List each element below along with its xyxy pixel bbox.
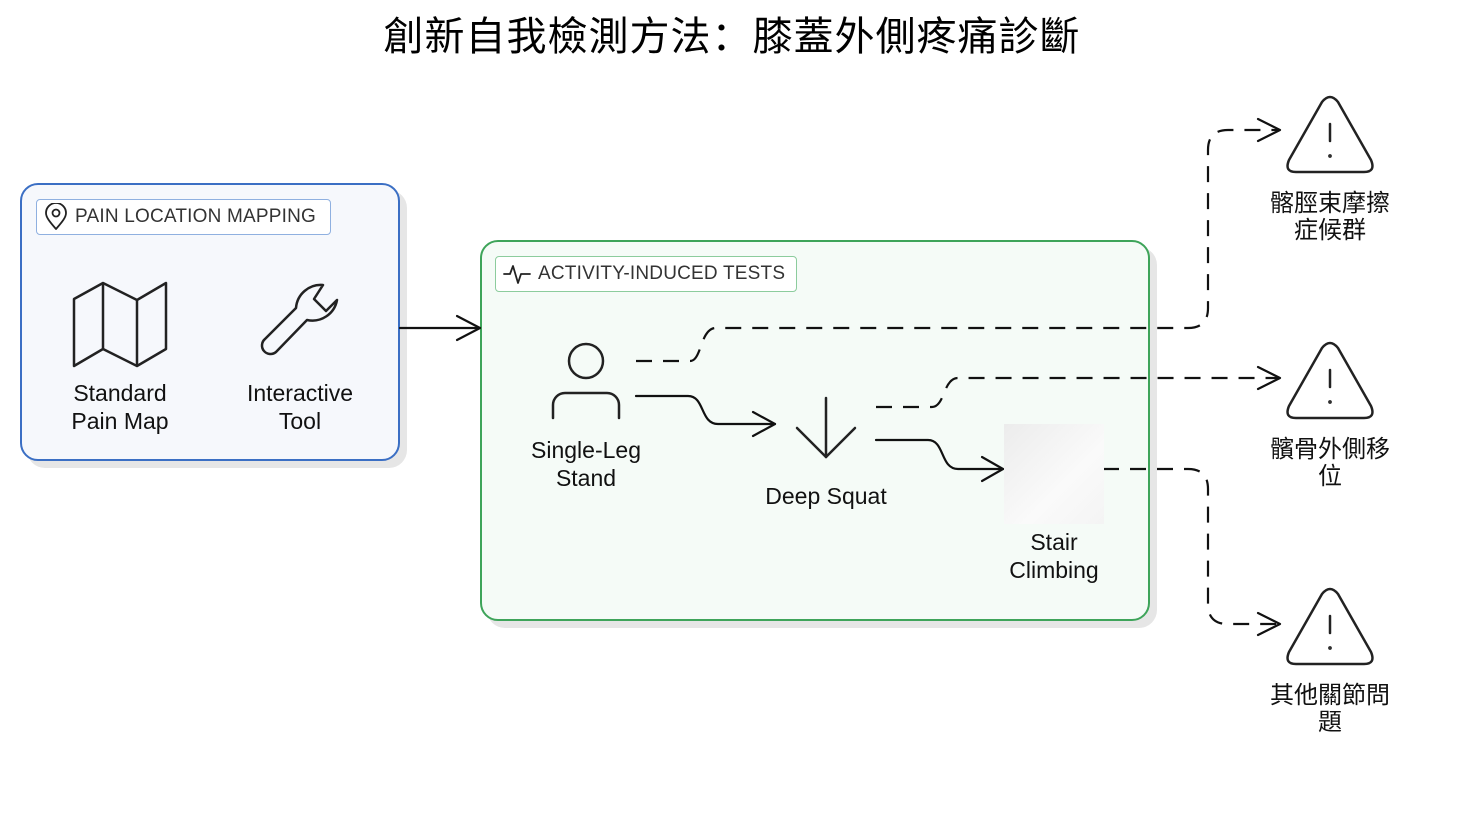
- outcome-patella-lateral[interactable]: 髕骨外側移 位: [1240, 436, 1420, 490]
- node-label-line: Single-Leg: [531, 437, 641, 463]
- node-stair-climbing[interactable]: Stair Climbing: [974, 528, 1134, 584]
- outcome-label-line: 症候群: [1294, 216, 1366, 244]
- arrow-down-icon: [795, 396, 857, 459]
- node-deep-squat[interactable]: Deep Squat: [746, 482, 906, 510]
- outcome-label-line: 位: [1318, 462, 1342, 490]
- edge-squat-to-stair: [874, 438, 1005, 483]
- warning-triangle-icon: [1286, 587, 1374, 666]
- outcome-label-line: 其他關節問: [1270, 681, 1390, 709]
- stair-climbing-image-placeholder: [1004, 424, 1104, 524]
- user-icon: [551, 342, 621, 420]
- node-standard-pain-map[interactable]: Standard Pain Map: [40, 379, 200, 435]
- node-label-line: Stair: [1030, 529, 1078, 555]
- edge-singleleg-to-squat: [634, 394, 777, 438]
- node-label-line: Deep Squat: [765, 483, 887, 509]
- node-label-line: Tool: [278, 408, 322, 434]
- map-icon: [72, 281, 168, 368]
- edge-singleleg-to-itbs: [636, 128, 1278, 363]
- outcome-label-line: 題: [1318, 708, 1342, 736]
- node-single-leg-stand[interactable]: Single-Leg Stand: [506, 436, 666, 492]
- edge-squat-to-patella: [876, 376, 1278, 409]
- outcome-itbs[interactable]: 髂脛束摩擦 症候群: [1240, 190, 1420, 244]
- edge-mapping-to-tests: [398, 314, 482, 342]
- warning-triangle-icon: [1286, 341, 1374, 420]
- node-label-line: Climbing: [1009, 557, 1099, 583]
- node-label-line: Stand: [555, 465, 617, 491]
- node-label-line: Pain Map: [71, 408, 169, 434]
- outcome-label-line: 髂脛束摩擦: [1270, 189, 1390, 217]
- node-label-line: Interactive: [246, 380, 354, 406]
- node-label-line: Standard: [73, 380, 167, 406]
- outcome-label-line: 髕骨外側移: [1270, 435, 1390, 463]
- warning-triangle-icon: [1286, 95, 1374, 174]
- outcome-other-joint[interactable]: 其他關節問 題: [1240, 682, 1420, 736]
- node-interactive-tool[interactable]: Interactive Tool: [220, 379, 380, 435]
- wrench-icon: [260, 283, 339, 356]
